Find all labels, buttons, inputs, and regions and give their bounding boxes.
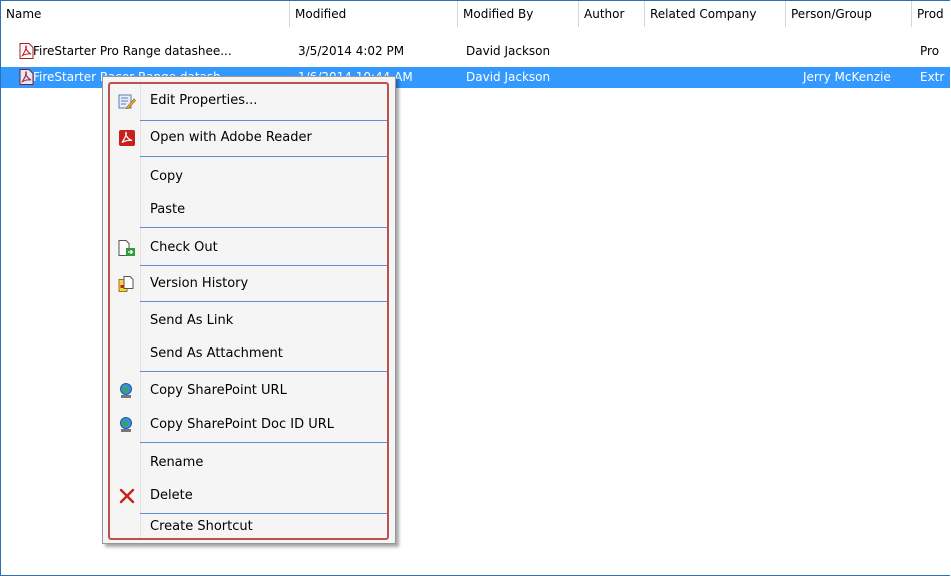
table-row[interactable]: FireStarter Pro Range datashee... 3/5/20… xyxy=(1,41,950,62)
menu-item-label: Copy SharePoint URL xyxy=(150,383,287,398)
column-header-modified[interactable]: Modified xyxy=(290,1,458,27)
menu-item-send-as-link[interactable]: Send As Link xyxy=(110,306,387,336)
menu-separator xyxy=(140,513,387,514)
column-header-name[interactable]: Name xyxy=(1,1,290,27)
cell-person-group: Jerry McKenzie xyxy=(803,70,891,84)
cell-modified-by: David Jackson xyxy=(466,70,551,84)
menu-item-label: Rename xyxy=(150,455,204,470)
menu-item-copy-sharepoint-doc-id-url[interactable]: Copy SharePoint Doc ID URL xyxy=(110,410,387,440)
menu-item-version-history[interactable]: Version History xyxy=(110,269,387,299)
context-menu: Edit Properties... Open with Adobe Reade… xyxy=(102,76,396,544)
cell-person-group xyxy=(798,41,912,62)
menu-item-label: Version History xyxy=(150,276,249,291)
menu-item-label: Create Shortcut xyxy=(150,519,253,534)
menu-item-send-as-attachment[interactable]: Send As Attachment xyxy=(110,339,387,369)
sharepoint-globe-icon xyxy=(120,383,132,398)
column-header-person-group[interactable]: Person/Group xyxy=(786,1,912,27)
menu-item-open-with-adobe-reader[interactable]: Open with Adobe Reader xyxy=(110,123,387,153)
menu-separator xyxy=(140,120,387,121)
column-header-modified-by[interactable]: Modified By xyxy=(458,1,579,27)
menu-item-rename[interactable]: Rename xyxy=(110,448,387,478)
menu-item-label: Paste xyxy=(150,202,186,217)
cell-related-company xyxy=(645,67,786,88)
menu-item-delete[interactable]: Delete xyxy=(110,481,387,511)
adobe-pdf-icon xyxy=(119,130,135,146)
menu-item-label: Send As Link xyxy=(150,313,234,328)
edit-properties-icon xyxy=(118,94,136,109)
cell-product: Extr xyxy=(920,70,945,84)
version-history-icon xyxy=(118,276,134,292)
column-header-related-company[interactable]: Related Company xyxy=(645,1,786,27)
menu-separator xyxy=(140,265,387,266)
menu-separator xyxy=(140,227,387,228)
menu-item-edit-properties[interactable]: Edit Properties... xyxy=(110,86,387,116)
delete-x-icon xyxy=(119,488,135,504)
cell-product: Pro xyxy=(920,44,940,58)
menu-item-label: Check Out xyxy=(150,240,218,255)
menu-separator xyxy=(140,442,387,443)
menu-item-label: Open with Adobe Reader xyxy=(150,130,312,145)
context-menu-highlight-frame: Edit Properties... Open with Adobe Reade… xyxy=(108,82,389,540)
cell-author xyxy=(579,41,645,62)
menu-item-copy[interactable]: Copy xyxy=(110,162,387,192)
menu-item-label: Send As Attachment xyxy=(150,346,283,361)
menu-separator xyxy=(140,371,387,372)
menu-item-paste[interactable]: Paste xyxy=(110,195,387,225)
menu-separator xyxy=(140,156,387,157)
sharepoint-globe-icon xyxy=(120,417,132,432)
menu-item-label: Edit Properties... xyxy=(150,93,258,108)
cell-author xyxy=(579,67,645,88)
menu-item-label: Delete xyxy=(150,488,193,503)
menu-item-create-shortcut[interactable]: Create Shortcut xyxy=(110,516,387,538)
menu-item-label: Copy SharePoint Doc ID URL xyxy=(150,417,335,432)
column-header-author[interactable]: Author xyxy=(579,1,645,27)
menu-item-copy-sharepoint-url[interactable]: Copy SharePoint URL xyxy=(110,376,387,406)
menu-separator xyxy=(140,301,387,302)
cell-name: FireStarter Pro Range datashee... xyxy=(33,44,232,58)
column-header-product[interactable]: Prod xyxy=(912,1,950,27)
check-out-icon xyxy=(118,240,135,256)
menu-item-label: Copy xyxy=(150,169,183,184)
cell-modified-by: David Jackson xyxy=(466,44,551,58)
column-header-row: Name Modified Modified By Author Related… xyxy=(1,1,950,27)
menu-item-check-out[interactable]: Check Out xyxy=(110,233,387,263)
cell-related-company xyxy=(645,41,786,62)
cell-modified: 3/5/2014 4:02 PM xyxy=(298,44,405,58)
